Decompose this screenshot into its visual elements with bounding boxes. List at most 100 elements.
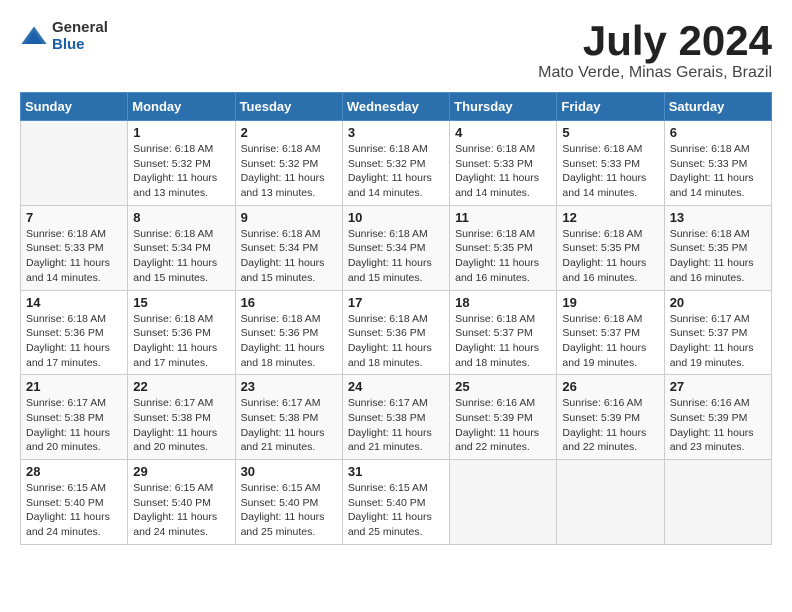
day-cell: 6Sunrise: 6:18 AMSunset: 5:33 PMDaylight… bbox=[664, 121, 771, 206]
week-row-3: 14 Sunrise: 6:18 AMSunset: 5:36 PMDayligh… bbox=[21, 290, 772, 375]
day-cell: 30 Sunrise: 6:15 AMSunset: 5:40 PMDayligh… bbox=[235, 460, 342, 545]
day-number: 2 bbox=[241, 125, 337, 140]
day-cell: 9 Sunrise: 6:18 AMSunset: 5:34 PMDaylight… bbox=[235, 205, 342, 290]
day-info: Sunrise: 6:18 AMSunset: 5:36 PMDaylight:… bbox=[26, 312, 122, 371]
day-header-friday: Friday bbox=[557, 93, 664, 121]
day-number: 5 bbox=[562, 125, 658, 140]
day-header-monday: Monday bbox=[128, 93, 235, 121]
day-cell bbox=[21, 121, 128, 206]
week-row-5: 28 Sunrise: 6:15 AMSunset: 5:40 PMDayligh… bbox=[21, 460, 772, 545]
logo-text: General Blue bbox=[52, 20, 108, 53]
day-number: 30 bbox=[241, 464, 337, 479]
day-info: Sunrise: 6:18 AMSunset: 5:34 PMDaylight:… bbox=[133, 227, 229, 286]
day-cell: 5 Sunrise: 6:18 AMSunset: 5:33 PMDaylight… bbox=[557, 121, 664, 206]
days-header-row: SundayMondayTuesdayWednesdayThursdayFrid… bbox=[21, 93, 772, 121]
day-info: Sunrise: 6:15 AMSunset: 5:40 PMDaylight:… bbox=[26, 481, 122, 540]
day-cell: 7Sunrise: 6:18 AMSunset: 5:33 PMDaylight… bbox=[21, 205, 128, 290]
day-info: Sunrise: 6:17 AMSunset: 5:37 PMDaylight:… bbox=[670, 312, 766, 371]
day-number: 29 bbox=[133, 464, 229, 479]
day-header-sunday: Sunday bbox=[21, 93, 128, 121]
day-info: Sunrise: 6:18 AMSunset: 5:34 PMDaylight:… bbox=[348, 227, 444, 286]
day-cell: 29Sunrise: 6:15 AMSunset: 5:40 PMDayligh… bbox=[128, 460, 235, 545]
day-header-thursday: Thursday bbox=[450, 93, 557, 121]
day-info: Sunrise: 6:18 AMSunset: 5:34 PMDaylight:… bbox=[241, 227, 337, 286]
day-cell: 8 Sunrise: 6:18 AMSunset: 5:34 PMDaylight… bbox=[128, 205, 235, 290]
day-info: Sunrise: 6:16 AMSunset: 5:39 PMDaylight:… bbox=[455, 396, 551, 455]
day-number: 9 bbox=[241, 210, 337, 225]
day-info: Sunrise: 6:17 AMSunset: 5:38 PMDaylight:… bbox=[348, 396, 444, 455]
day-info: Sunrise: 6:18 AMSunset: 5:35 PMDaylight:… bbox=[670, 227, 766, 286]
week-row-2: 7Sunrise: 6:18 AMSunset: 5:33 PMDaylight… bbox=[21, 205, 772, 290]
day-cell bbox=[557, 460, 664, 545]
day-number: 17 bbox=[348, 295, 444, 310]
day-number: 4 bbox=[455, 125, 551, 140]
day-number: 20 bbox=[670, 295, 766, 310]
day-cell: 27Sunrise: 6:16 AMSunset: 5:39 PMDayligh… bbox=[664, 375, 771, 460]
day-cell: 23 Sunrise: 6:17 AMSunset: 5:38 PMDayligh… bbox=[235, 375, 342, 460]
day-cell: 3Sunrise: 6:18 AMSunset: 5:32 PMDaylight… bbox=[342, 121, 449, 206]
day-cell: 1Sunrise: 6:18 AMSunset: 5:32 PMDaylight… bbox=[128, 121, 235, 206]
day-cell: 18 Sunrise: 6:18 AMSunset: 5:37 PMDayligh… bbox=[450, 290, 557, 375]
day-info: Sunrise: 6:17 AMSunset: 5:38 PMDaylight:… bbox=[241, 396, 337, 455]
day-info: Sunrise: 6:18 AMSunset: 5:33 PMDaylight:… bbox=[26, 227, 122, 286]
day-number: 25 bbox=[455, 379, 551, 394]
day-info: Sunrise: 6:15 AMSunset: 5:40 PMDaylight:… bbox=[348, 481, 444, 540]
logo-blue: Blue bbox=[52, 37, 108, 54]
day-number: 15 bbox=[133, 295, 229, 310]
day-number: 24 bbox=[348, 379, 444, 394]
day-cell: 20 Sunrise: 6:17 AMSunset: 5:37 PMDayligh… bbox=[664, 290, 771, 375]
day-info: Sunrise: 6:16 AMSunset: 5:39 PMDaylight:… bbox=[670, 396, 766, 455]
day-info: Sunrise: 6:18 AMSunset: 5:33 PMDaylight:… bbox=[670, 142, 766, 201]
day-number: 23 bbox=[241, 379, 337, 394]
day-cell: 26 Sunrise: 6:16 AMSunset: 5:39 PMDayligh… bbox=[557, 375, 664, 460]
day-info: Sunrise: 6:18 AMSunset: 5:35 PMDaylight:… bbox=[455, 227, 551, 286]
day-info: Sunrise: 6:18 AMSunset: 5:37 PMDaylight:… bbox=[455, 312, 551, 371]
day-info: Sunrise: 6:18 AMSunset: 5:32 PMDaylight:… bbox=[241, 142, 337, 201]
day-cell: 17 Sunrise: 6:18 AMSunset: 5:36 PMDayligh… bbox=[342, 290, 449, 375]
title-area: July 2024 Mato Verde, Minas Gerais, Braz… bbox=[538, 20, 772, 82]
day-number: 14 bbox=[26, 295, 122, 310]
day-number: 22 bbox=[133, 379, 229, 394]
day-number: 12 bbox=[562, 210, 658, 225]
day-cell: 24 Sunrise: 6:17 AMSunset: 5:38 PMDayligh… bbox=[342, 375, 449, 460]
week-row-1: 1 Sunrise: 6:18 AMSunset: 5:32 PMDaylight… bbox=[21, 121, 772, 206]
day-number: 10 bbox=[348, 210, 444, 225]
day-number: 16 bbox=[241, 295, 337, 310]
logo-icon bbox=[20, 23, 48, 51]
day-info: Sunrise: 6:18 AMSunset: 5:36 PMDaylight:… bbox=[133, 312, 229, 371]
day-number: 13 bbox=[670, 210, 766, 225]
day-cell: 14 Sunrise: 6:18 AMSunset: 5:36 PMDayligh… bbox=[21, 290, 128, 375]
page-header: General Blue July 2024 Mato Verde, Minas… bbox=[20, 20, 772, 82]
day-header-tuesday: Tuesday bbox=[235, 93, 342, 121]
day-cell: 13 Sunrise: 6:18 AMSunset: 5:35 PMDayligh… bbox=[664, 205, 771, 290]
day-info: Sunrise: 6:18 AMSunset: 5:35 PMDaylight:… bbox=[562, 227, 658, 286]
day-cell bbox=[664, 460, 771, 545]
day-number: 1 bbox=[133, 125, 229, 140]
day-cell: 31Sunrise: 6:15 AMSunset: 5:40 PMDayligh… bbox=[342, 460, 449, 545]
day-number: 19 bbox=[562, 295, 658, 310]
logo: General Blue bbox=[20, 20, 108, 53]
day-number: 28 bbox=[26, 464, 122, 479]
location: Mato Verde, Minas Gerais, Brazil bbox=[538, 64, 772, 82]
calendar-table: SundayMondayTuesdayWednesdayThursdayFrid… bbox=[20, 92, 772, 545]
day-cell: 2 Sunrise: 6:18 AMSunset: 5:32 PMDaylight… bbox=[235, 121, 342, 206]
day-number: 26 bbox=[562, 379, 658, 394]
day-number: 18 bbox=[455, 295, 551, 310]
day-info: Sunrise: 6:16 AMSunset: 5:39 PMDaylight:… bbox=[562, 396, 658, 455]
day-header-wednesday: Wednesday bbox=[342, 93, 449, 121]
day-info: Sunrise: 6:17 AMSunset: 5:38 PMDaylight:… bbox=[26, 396, 122, 455]
day-info: Sunrise: 6:18 AMSunset: 5:36 PMDaylight:… bbox=[348, 312, 444, 371]
day-info: Sunrise: 6:18 AMSunset: 5:33 PMDaylight:… bbox=[455, 142, 551, 201]
day-cell: 28 Sunrise: 6:15 AMSunset: 5:40 PMDayligh… bbox=[21, 460, 128, 545]
day-info: Sunrise: 6:15 AMSunset: 5:40 PMDaylight:… bbox=[241, 481, 337, 540]
day-cell: 16Sunrise: 6:18 AMSunset: 5:36 PMDayligh… bbox=[235, 290, 342, 375]
day-cell: 21 Sunrise: 6:17 AMSunset: 5:38 PMDayligh… bbox=[21, 375, 128, 460]
day-info: Sunrise: 6:17 AMSunset: 5:38 PMDaylight:… bbox=[133, 396, 229, 455]
day-cell: 10 Sunrise: 6:18 AMSunset: 5:34 PMDayligh… bbox=[342, 205, 449, 290]
day-info: Sunrise: 6:18 AMSunset: 5:32 PMDaylight:… bbox=[348, 142, 444, 201]
day-cell: 11Sunrise: 6:18 AMSunset: 5:35 PMDayligh… bbox=[450, 205, 557, 290]
day-cell: 19Sunrise: 6:18 AMSunset: 5:37 PMDayligh… bbox=[557, 290, 664, 375]
day-info: Sunrise: 6:18 AMSunset: 5:33 PMDaylight:… bbox=[562, 142, 658, 201]
day-number: 8 bbox=[133, 210, 229, 225]
day-number: 21 bbox=[26, 379, 122, 394]
